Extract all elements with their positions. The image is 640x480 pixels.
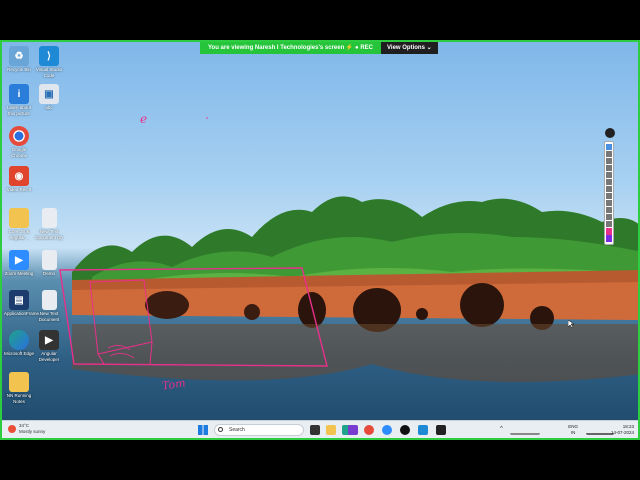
annotation-letter: e [140, 112, 148, 126]
task-view-icon[interactable] [310, 425, 320, 435]
weather-text: Mostly sunny [19, 428, 46, 434]
spotlight-tool-icon[interactable] [606, 179, 612, 185]
terminal-icon[interactable] [436, 425, 446, 435]
start-button[interactable] [198, 425, 208, 435]
draw-tool-icon[interactable] [606, 165, 612, 171]
save-icon[interactable] [606, 221, 612, 227]
annotation-toolbar [604, 128, 616, 245]
text-tool-icon[interactable] [606, 158, 612, 164]
weather-widget[interactable]: 34°C Mostly sunny [8, 423, 45, 434]
weather-icon [8, 424, 16, 433]
undo-icon[interactable] [606, 200, 612, 206]
redo-icon[interactable] [606, 207, 612, 213]
store-icon[interactable] [348, 425, 358, 435]
color-swatch[interactable] [606, 228, 612, 242]
network-volume-battery-icons[interactable] [586, 425, 614, 435]
github-icon[interactable] [400, 425, 410, 435]
pen-annotations [59, 117, 328, 367]
format-tool-icon[interactable] [606, 193, 612, 199]
annotate-close-icon[interactable] [605, 128, 615, 138]
file-explorer-icon[interactable] [326, 425, 336, 435]
select-tool-icon[interactable] [606, 151, 612, 157]
search-icon [218, 427, 223, 432]
clock-date: 14-07-2024 [610, 429, 634, 435]
eraser-tool-icon[interactable] [606, 186, 612, 192]
taskbar-search[interactable]: Search [214, 424, 304, 436]
chrome-taskbar-icon[interactable] [364, 425, 374, 435]
tray-icons[interactable] [510, 425, 540, 435]
remote-screen-frame: You are viewing Naresh I Technologies's … [0, 40, 640, 440]
stamp-tool-icon[interactable] [606, 172, 612, 178]
vscode-taskbar-icon[interactable] [418, 425, 428, 435]
tray-chevron-icon[interactable]: ^ [500, 426, 503, 432]
language-indicator[interactable]: ENG IN [568, 424, 578, 435]
clear-icon[interactable] [606, 214, 612, 220]
taskbar: 34°C Mostly sunny Search ^ ENG IN 18:23 … [2, 420, 638, 438]
mouse-cursor-icon [568, 320, 574, 328]
zoom-taskbar-icon[interactable] [382, 425, 392, 435]
mouse-tool-icon[interactable] [606, 144, 612, 150]
clock[interactable]: 18:23 14-07-2024 [611, 424, 634, 435]
